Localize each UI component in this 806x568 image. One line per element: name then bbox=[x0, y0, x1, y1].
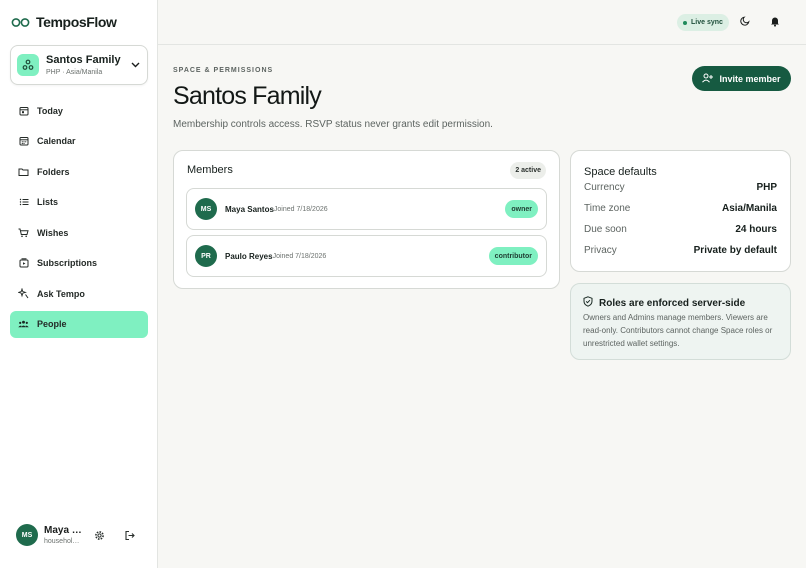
sidebar-item-people[interactable]: People bbox=[10, 310, 148, 338]
shield-check-icon bbox=[583, 296, 593, 310]
member-name: Paulo Reyes bbox=[225, 251, 273, 261]
sidebar-item-label: Wishes bbox=[37, 227, 69, 238]
default-row-timezone: Time zone Asia/Manila bbox=[584, 202, 777, 215]
topbar: Live sync bbox=[158, 0, 806, 45]
role-badge: owner bbox=[505, 200, 538, 218]
sidebar-item-folders[interactable]: Folders bbox=[10, 158, 148, 185]
cart-icon bbox=[18, 227, 29, 238]
chevron-down-icon bbox=[129, 59, 141, 71]
user-name: Maya … bbox=[44, 524, 82, 536]
avatar: MS bbox=[195, 198, 217, 220]
invite-member-label: Invite member bbox=[719, 73, 781, 84]
user-subtitle: househol… bbox=[44, 537, 80, 545]
sidebar-item-today[interactable]: Today bbox=[10, 97, 148, 124]
space-name: Santos Family bbox=[46, 53, 121, 66]
sidebar-item-label: Ask Tempo bbox=[37, 288, 85, 299]
avatar: PR bbox=[195, 245, 217, 267]
calendar-day-icon bbox=[18, 105, 29, 116]
status-dot-icon bbox=[683, 20, 687, 25]
members-count-badge: 2 active bbox=[510, 162, 546, 179]
invite-member-button[interactable]: Invite member bbox=[692, 66, 791, 91]
sidebar-nav: Today Calendar Folders Lists Wishes Subs… bbox=[10, 97, 148, 341]
bell-icon[interactable] bbox=[769, 15, 781, 27]
folder-icon bbox=[18, 166, 29, 177]
avatar[interactable]: MS bbox=[16, 524, 38, 546]
people-icon bbox=[18, 319, 29, 330]
sidebar-item-ask-tempo[interactable]: Ask Tempo bbox=[10, 280, 148, 307]
space-switcher[interactable]: Santos Family PHP · Asia/Manila bbox=[10, 45, 148, 85]
default-value: Asia/Manila bbox=[721, 203, 777, 214]
roles-note-body: Owners and Admins manage members. Viewer… bbox=[583, 313, 773, 348]
page-title: Santos Family bbox=[173, 82, 322, 110]
subscription-icon bbox=[18, 258, 29, 269]
sidebar-item-label: Folders bbox=[37, 166, 70, 177]
default-value: PHP bbox=[756, 182, 777, 193]
brand[interactable]: TemposFlow bbox=[11, 14, 117, 30]
sidebar-item-label: Lists bbox=[37, 197, 59, 207]
space-subtitle: PHP · Asia/Manila bbox=[46, 68, 103, 76]
sparkle-icon bbox=[18, 288, 29, 299]
space-defaults-card: Space defaults Currency PHP Time zone As… bbox=[570, 150, 791, 272]
default-label: Time zone bbox=[584, 203, 631, 214]
sidebar-item-label: Subscriptions bbox=[37, 258, 98, 268]
gear-icon[interactable] bbox=[92, 528, 106, 542]
role-badge: contributor bbox=[488, 247, 538, 265]
member-row[interactable]: PR Paulo Reyes Joined 7/18/2026 contribu… bbox=[186, 235, 547, 277]
default-label: Privacy bbox=[584, 245, 617, 256]
default-value: 24 hours bbox=[735, 224, 777, 235]
sidebar-item-label: People bbox=[37, 319, 67, 329]
sidebar-item-lists[interactable]: Lists bbox=[10, 189, 148, 216]
roles-note-heading: Roles are enforced server-side bbox=[599, 297, 746, 309]
space-icon bbox=[17, 54, 39, 76]
moon-icon[interactable] bbox=[739, 15, 751, 27]
member-name: Maya Santos bbox=[225, 204, 274, 214]
space-defaults-title: Space defaults bbox=[584, 166, 657, 178]
members-title: Members bbox=[187, 164, 233, 176]
page-eyebrow: SPACE & PERMISSIONS bbox=[173, 67, 274, 74]
members-card: Members 2 active MS Maya Santos Joined 7… bbox=[173, 150, 560, 289]
sidebar-item-subscriptions[interactable]: Subscriptions bbox=[10, 250, 148, 277]
member-joined: Joined 7/18/2026 bbox=[272, 252, 327, 260]
sidebar: TemposFlow Santos Family PHP · Asia/Mani… bbox=[0, 0, 158, 568]
sidebar-item-label: Calendar bbox=[37, 136, 76, 146]
default-label: Due soon bbox=[584, 224, 627, 235]
brand-name: TemposFlow bbox=[36, 14, 117, 30]
roles-note-title: Roles are enforced server-side bbox=[583, 296, 745, 310]
add-user-icon bbox=[702, 73, 714, 85]
sidebar-item-wishes[interactable]: Wishes bbox=[10, 219, 148, 246]
default-row-due-soon: Due soon 24 hours bbox=[584, 223, 777, 236]
logout-icon[interactable] bbox=[122, 528, 136, 542]
page-description: Membership controls access. RSVP status … bbox=[173, 119, 493, 130]
default-row-privacy: Privacy Private by default bbox=[584, 244, 777, 257]
default-label: Currency bbox=[584, 182, 625, 193]
live-sync-label: Live sync bbox=[691, 19, 723, 26]
calendar-icon bbox=[18, 136, 29, 147]
default-value: Private by default bbox=[693, 245, 777, 256]
live-sync-badge: Live sync bbox=[677, 14, 729, 31]
infinity-logo-icon bbox=[11, 17, 30, 28]
user-profile: MS Maya … househol… bbox=[16, 522, 146, 548]
sidebar-item-calendar[interactable]: Calendar bbox=[10, 128, 148, 155]
sidebar-item-label: Today bbox=[37, 105, 63, 116]
default-row-currency: Currency PHP bbox=[584, 181, 777, 194]
member-joined: Joined 7/18/2026 bbox=[273, 205, 328, 213]
member-row[interactable]: MS Maya Santos Joined 7/18/2026 owner bbox=[186, 188, 547, 230]
list-icon bbox=[18, 197, 29, 208]
roles-note-card: Roles are enforced server-side Owners an… bbox=[570, 283, 791, 360]
